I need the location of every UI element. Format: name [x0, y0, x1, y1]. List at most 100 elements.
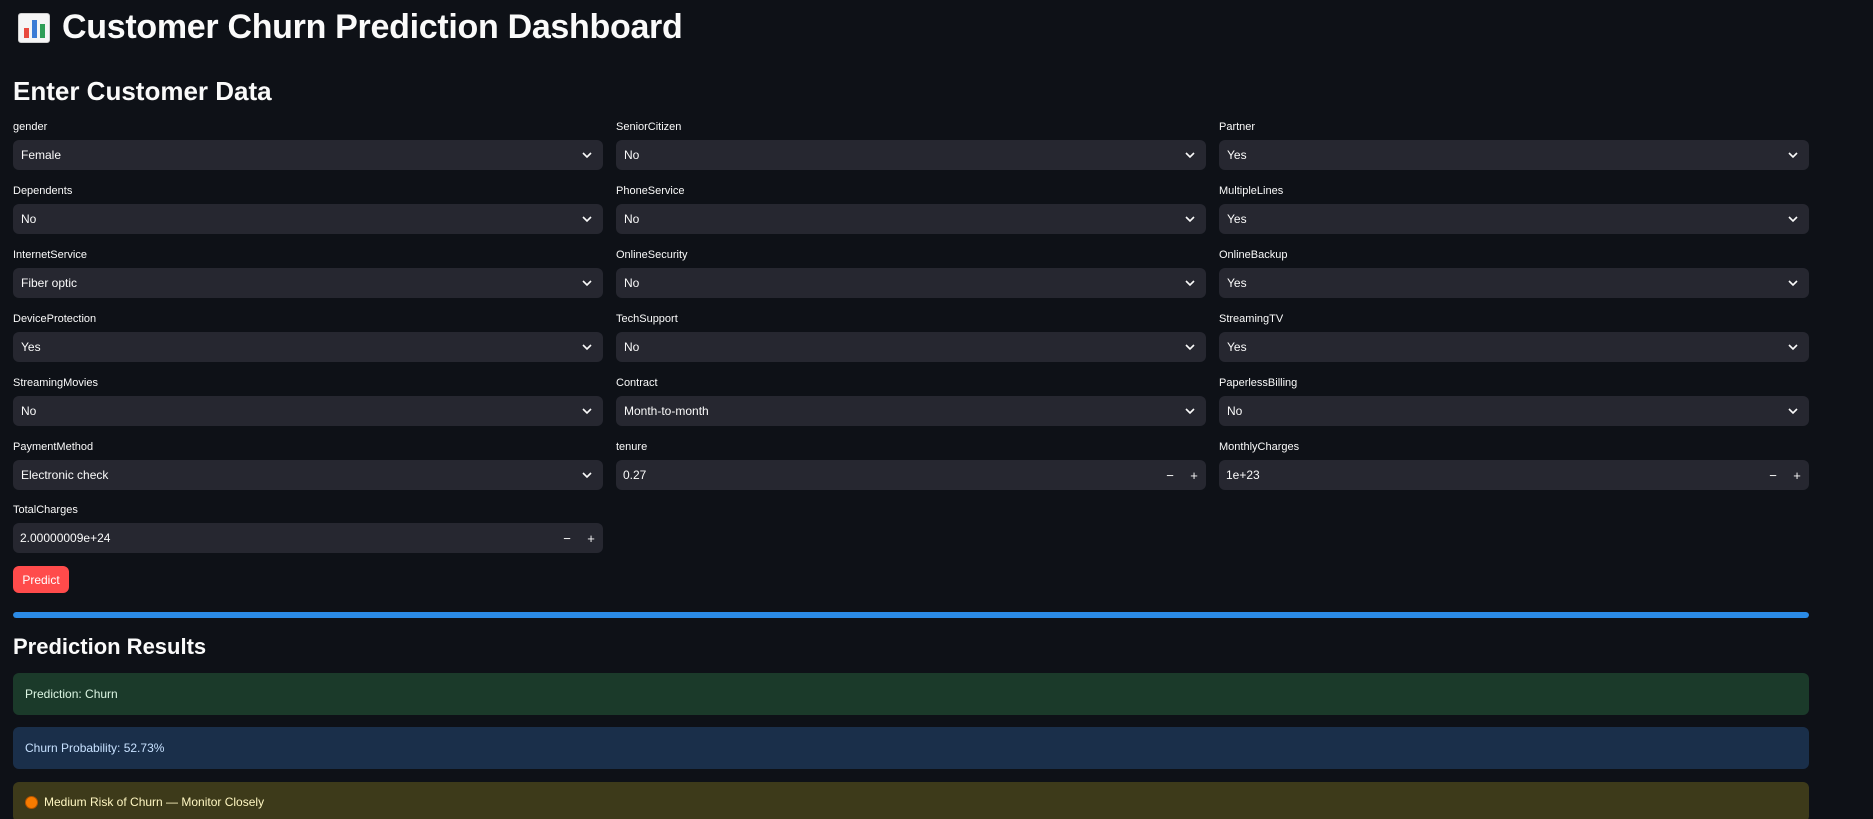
- field-deviceprotection: DeviceProtection Yes: [13, 312, 603, 362]
- progress-bar: [13, 612, 1809, 618]
- select-value: Yes: [1227, 276, 1247, 290]
- field-totalcharges: TotalCharges 2.00000009e+24 − +: [13, 503, 603, 553]
- field-label: InternetService: [13, 249, 87, 261]
- chevron-down-icon: [581, 277, 593, 289]
- decrement-button[interactable]: −: [1761, 468, 1785, 483]
- internetservice-select[interactable]: Fiber optic: [13, 268, 603, 298]
- select-value: Yes: [1227, 148, 1247, 162]
- number-value[interactable]: 0.27: [616, 468, 1158, 482]
- select-value: Month-to-month: [624, 404, 709, 418]
- chevron-down-icon: [1184, 405, 1196, 417]
- select-value: No: [624, 212, 640, 226]
- chevron-down-icon: [581, 149, 593, 161]
- field-onlinesecurity: OnlineSecurity No: [616, 248, 1206, 298]
- select-value: No: [21, 404, 37, 418]
- select-value: No: [21, 212, 37, 226]
- section-title-results: Prediction Results: [13, 634, 207, 659]
- dependents-select[interactable]: No: [13, 204, 603, 234]
- partner-select[interactable]: Yes: [1219, 140, 1809, 170]
- select-value: Yes: [1227, 340, 1247, 354]
- multiplelines-select[interactable]: Yes: [1219, 204, 1809, 234]
- contract-select[interactable]: Month-to-month: [616, 396, 1206, 426]
- chevron-down-icon: [581, 469, 593, 481]
- field-label: PaymentMethod: [13, 441, 94, 453]
- field-label: TechSupport: [616, 313, 678, 325]
- streamingmovies-select[interactable]: No: [13, 396, 603, 426]
- techsupport-select[interactable]: No: [616, 332, 1206, 362]
- chevron-down-icon: [581, 213, 593, 225]
- increment-button[interactable]: +: [579, 531, 603, 546]
- prediction-alert: Prediction: Churn: [13, 673, 1809, 715]
- bar-chart-icon: [18, 12, 50, 43]
- monthlycharges-number-input[interactable]: 1e+23 − +: [1219, 460, 1809, 490]
- paymentmethod-select[interactable]: Electronic check: [13, 460, 603, 490]
- select-value: No: [1227, 404, 1243, 418]
- field-paymentmethod: PaymentMethod Electronic check: [13, 440, 603, 490]
- select-value: Electronic check: [21, 468, 109, 482]
- field-partner: Partner Yes: [1219, 120, 1809, 170]
- select-value: Yes: [21, 340, 41, 354]
- probability-text: Churn Probability: 52.73%: [25, 741, 165, 755]
- progress-fill: [13, 612, 1809, 618]
- field-label: DeviceProtection: [13, 313, 97, 325]
- paperlessbilling-select[interactable]: No: [1219, 396, 1809, 426]
- chevron-down-icon: [1184, 149, 1196, 161]
- onlinesecurity-select[interactable]: No: [616, 268, 1206, 298]
- chevron-down-icon: [1184, 277, 1196, 289]
- chevron-down-icon: [1787, 405, 1799, 417]
- field-phoneservice: PhoneService No: [616, 184, 1206, 234]
- field-label: Partner: [1219, 121, 1256, 133]
- chevron-down-icon: [581, 405, 593, 417]
- field-label: TotalCharges: [13, 504, 78, 516]
- page-header: Customer Churn Prediction Dashboard: [18, 8, 683, 47]
- increment-button[interactable]: +: [1182, 468, 1206, 483]
- field-label: StreamingTV: [1219, 313, 1284, 325]
- field-multiplelines: MultipleLines Yes: [1219, 184, 1809, 234]
- field-onlinebackup: OnlineBackup Yes: [1219, 248, 1809, 298]
- phoneservice-select[interactable]: No: [616, 204, 1206, 234]
- chevron-down-icon: [1787, 341, 1799, 353]
- predict-button[interactable]: Predict: [13, 566, 69, 593]
- select-value: Yes: [1227, 212, 1247, 226]
- field-label: MultipleLines: [1219, 185, 1284, 197]
- select-value: No: [624, 340, 640, 354]
- tenure-number-input[interactable]: 0.27 − +: [616, 460, 1206, 490]
- streamingtv-select[interactable]: Yes: [1219, 332, 1809, 362]
- deviceprotection-select[interactable]: Yes: [13, 332, 603, 362]
- orange-circle-icon: [25, 795, 38, 809]
- field-monthlycharges: MonthlyCharges 1e+23 − +: [1219, 440, 1809, 490]
- risk-alert: Medium Risk of Churn — Monitor Closely: [13, 782, 1809, 819]
- select-value: No: [624, 276, 640, 290]
- select-value: Fiber optic: [21, 276, 78, 290]
- chevron-down-icon: [1787, 213, 1799, 225]
- seniorcitizen-select[interactable]: No: [616, 140, 1206, 170]
- field-label: OnlineBackup: [1219, 249, 1288, 261]
- field-label: tenure: [616, 441, 648, 453]
- field-streamingmovies: StreamingMovies No: [13, 376, 603, 426]
- field-label: PhoneService: [616, 185, 685, 197]
- increment-button[interactable]: +: [1785, 468, 1809, 483]
- field-seniorcitizen: SeniorCitizen No: [616, 120, 1206, 170]
- page-title: Customer Churn Prediction Dashboard: [62, 8, 683, 46]
- chevron-down-icon: [1787, 149, 1799, 161]
- chevron-down-icon: [1184, 213, 1196, 225]
- field-label: StreamingMovies: [13, 377, 98, 389]
- field-label: PaperlessBilling: [1219, 377, 1298, 389]
- decrement-button[interactable]: −: [555, 531, 579, 546]
- decrement-button[interactable]: −: [1158, 468, 1182, 483]
- number-value[interactable]: 2.00000009e+24: [13, 531, 555, 545]
- chevron-down-icon: [1787, 277, 1799, 289]
- field-label: Dependents: [13, 185, 73, 197]
- probability-alert: Churn Probability: 52.73%: [13, 727, 1809, 769]
- chevron-down-icon: [581, 341, 593, 353]
- gender-select[interactable]: Female: [13, 140, 603, 170]
- field-internetservice: InternetService Fiber optic: [13, 248, 603, 298]
- dashboard-page: Customer Churn Prediction Dashboard Ente…: [0, 0, 1873, 819]
- number-value[interactable]: 1e+23: [1219, 468, 1761, 482]
- totalcharges-number-input[interactable]: 2.00000009e+24 − +: [13, 523, 603, 553]
- onlinebackup-select[interactable]: Yes: [1219, 268, 1809, 298]
- field-label: SeniorCitizen: [616, 121, 682, 133]
- field-label: Contract: [616, 377, 658, 389]
- field-techsupport: TechSupport No: [616, 312, 1206, 362]
- field-label: OnlineSecurity: [616, 249, 688, 261]
